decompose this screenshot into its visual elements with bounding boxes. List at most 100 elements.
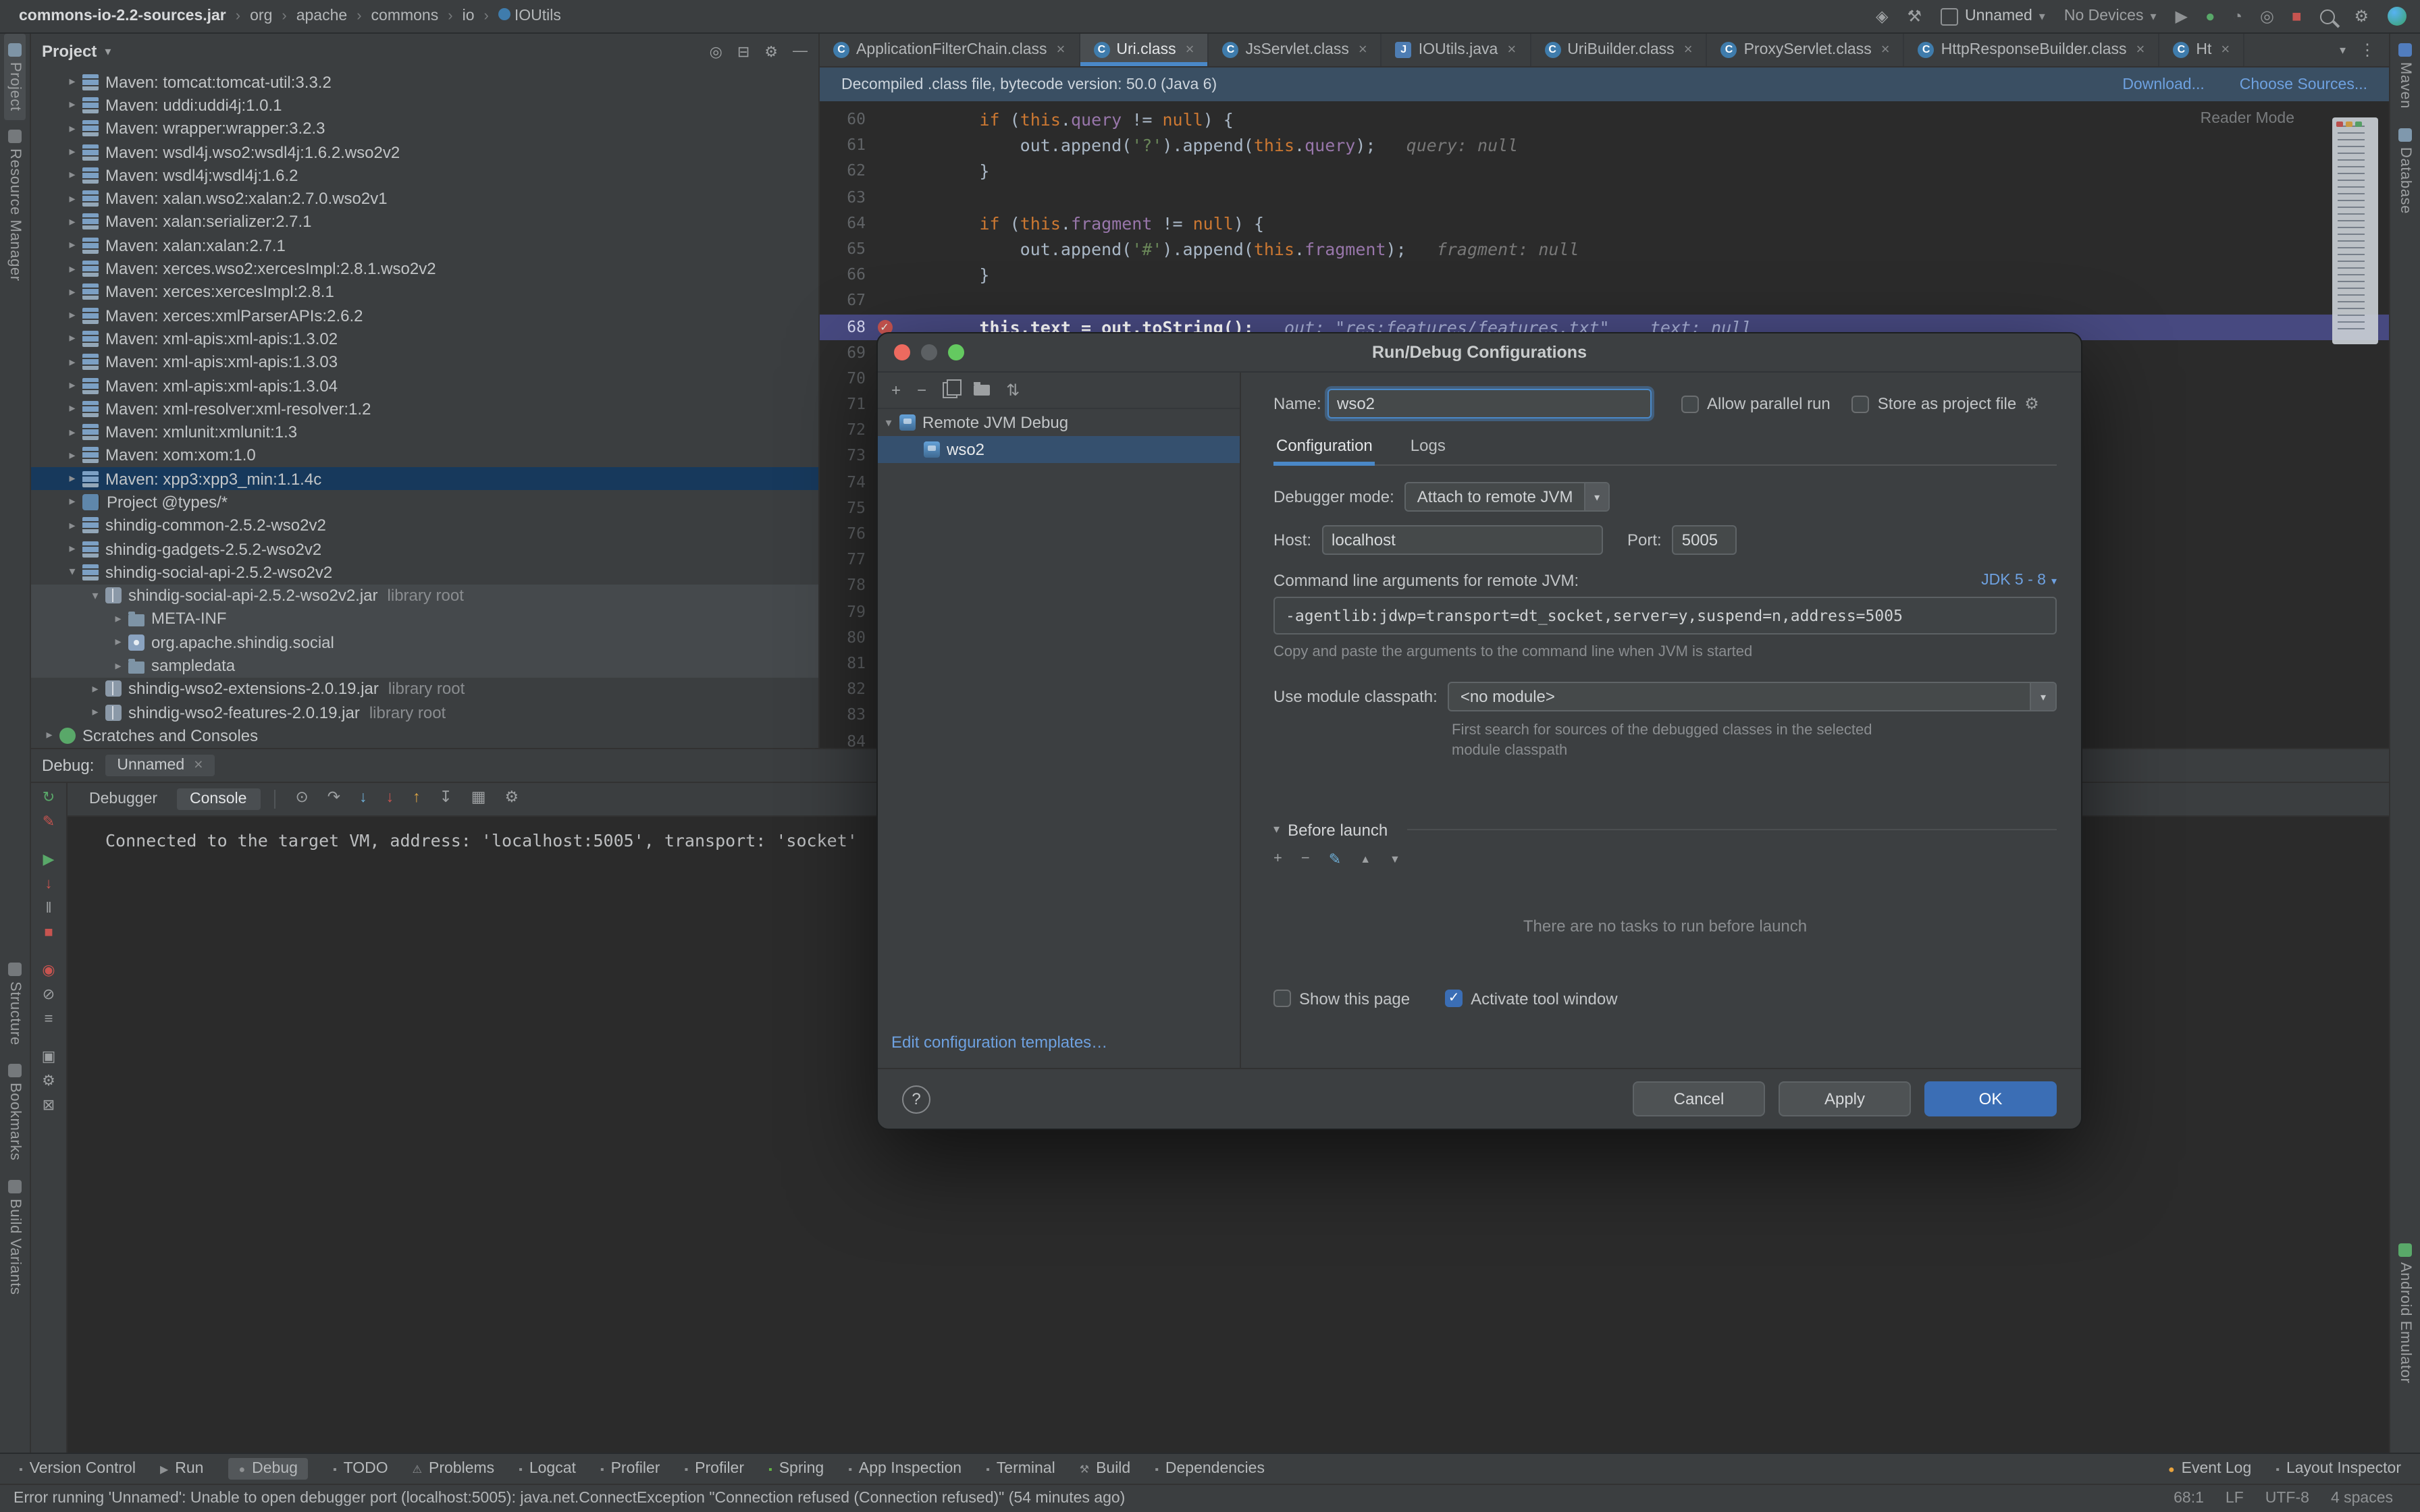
store-options-gear-icon[interactable]: ⚙ <box>2024 394 2039 413</box>
editor-tab-proxyservlet-class[interactable]: CProxyServlet.class× <box>1708 34 1905 66</box>
show-execution-point-icon[interactable]: ⊙ <box>295 792 308 807</box>
tool-button-terminal[interactable]: ▪Terminal <box>986 1461 1055 1477</box>
close-window-button[interactable] <box>894 344 910 360</box>
tree-chevron-icon[interactable]: ▸ <box>62 495 82 510</box>
tree-row[interactable]: ▸Maven: xml-apis:xml-apis:1.3.02 <box>31 327 818 351</box>
line-number[interactable]: 64 <box>820 211 871 236</box>
line-number[interactable]: 74 <box>820 469 871 495</box>
tab-close-icon[interactable]: × <box>2221 42 2230 58</box>
tree-chevron-icon[interactable]: ▸ <box>62 378 82 393</box>
breadcrumb-item[interactable]: io <box>463 8 475 24</box>
minimize-window-button[interactable] <box>921 344 937 360</box>
tree-row[interactable]: ▸Maven: uddi:uddi4j:1.0.1 <box>31 94 818 117</box>
tree-chevron-icon[interactable]: ▸ <box>62 74 82 89</box>
line-number[interactable]: 76 <box>820 521 871 547</box>
editor-tab-jsservlet-class[interactable]: CJsServlet.class× <box>1209 34 1382 66</box>
tree-row[interactable]: ▸Maven: xml-resolver:xml-resolver:1.2 <box>31 397 818 421</box>
line-number[interactable]: 68 <box>820 314 871 340</box>
allow-parallel-checkbox[interactable]: Allow parallel run <box>1681 394 1831 413</box>
line-number[interactable]: 61 <box>820 132 871 158</box>
file-encoding[interactable]: UTF-8 <box>2265 1490 2309 1507</box>
toolwindow-button-build-variants[interactable]: Build Variants <box>4 1170 26 1304</box>
store-project-file-checkbox[interactable]: Store as project file <box>1852 394 2016 413</box>
tree-chevron-icon[interactable]: ▸ <box>62 308 82 323</box>
tree-row[interactable]: ▸Scratches and Consoles <box>31 724 818 748</box>
add-configuration-icon[interactable]: + <box>891 381 901 400</box>
tree-chevron-icon[interactable]: ▸ <box>85 682 105 697</box>
settings-icon[interactable]: ⚙ <box>2354 8 2369 24</box>
chevron-down-icon[interactable]: ▾ <box>878 415 899 430</box>
editor-tab-applicationfilterchain-class[interactable]: CApplicationFilterChain.class× <box>820 34 1080 66</box>
editor-tab-uri-class[interactable]: CUri.class× <box>1080 34 1209 66</box>
line-separator[interactable]: LF <box>2226 1490 2244 1507</box>
tree-chevron-icon[interactable]: ▾ <box>62 565 82 580</box>
tab-close-icon[interactable]: × <box>1507 42 1516 58</box>
tab-close-icon[interactable]: × <box>2136 42 2145 58</box>
jdk-version-select[interactable]: JDK 5 - 8 ▾ <box>1981 572 2057 589</box>
tree-row[interactable]: ▸Maven: xalan.wso2:xalan:2.7.0.wso2v1 <box>31 187 818 211</box>
line-number[interactable]: 79 <box>820 599 871 624</box>
show-this-page-checkbox[interactable]: Show this page <box>1273 989 1410 1008</box>
tree-row[interactable]: ▸Maven: wrapper:wrapper:3.2.3 <box>31 117 818 140</box>
run-to-cursor-icon[interactable]: ↧ <box>440 792 452 807</box>
tool-button-app-inspection[interactable]: ▪App Inspection <box>848 1461 962 1477</box>
step-into-icon[interactable]: ↓ <box>359 792 367 807</box>
move-down-icon[interactable]: ▼ <box>1390 853 1400 865</box>
toolwindow-button-structure[interactable]: Structure <box>4 952 26 1054</box>
hidden-tabs-icon[interactable]: ▾ <box>2340 43 2346 57</box>
tool-button-problems[interactable]: ⚠Problems <box>413 1461 495 1477</box>
rerun-icon[interactable]: ↻ <box>43 791 55 806</box>
tree-chevron-icon[interactable]: ▸ <box>62 471 82 486</box>
debug-tab-debugger[interactable]: Debugger <box>76 788 171 810</box>
breadcrumb-item[interactable]: commons <box>371 8 439 24</box>
evaluate-expression-icon[interactable]: ▦ <box>471 792 486 807</box>
tool-button-layout-inspector[interactable]: ▪Layout Inspector <box>2276 1461 2401 1477</box>
line-number[interactable]: 71 <box>820 392 871 417</box>
move-up-icon[interactable]: ▲ <box>1360 853 1371 865</box>
tree-row[interactable]: ▸Maven: wsdl4j.wso2:wsdl4j:1.6.2.wso2v2 <box>31 140 818 164</box>
tree-row[interactable]: ▾shindig-social-api-2.5.2-wso2v2 <box>31 560 818 584</box>
tree-chevron-icon[interactable]: ▸ <box>108 635 128 650</box>
tree-chevron-icon[interactable]: ▸ <box>62 285 82 300</box>
tree-chevron-icon[interactable]: ▸ <box>85 705 105 720</box>
line-number[interactable]: 63 <box>820 184 871 210</box>
tree-row[interactable]: ▸Maven: xalan:xalan:2.7.1 <box>31 234 818 257</box>
mute-breakpoints-icon[interactable]: ⊘ <box>43 988 55 1003</box>
tree-chevron-icon[interactable]: ▸ <box>39 728 59 743</box>
line-number[interactable]: 83 <box>820 703 871 728</box>
tool-button-debug[interactable]: ●Debug <box>228 1458 308 1480</box>
project-panel-title[interactable]: Project <box>42 42 97 61</box>
editor-tab-uribuilder-class[interactable]: CUriBuilder.class× <box>1531 34 1707 66</box>
tool-button-todo[interactable]: ▪TODO <box>333 1461 388 1477</box>
edit-templates-link[interactable]: Edit configuration templates… <box>891 1033 1107 1052</box>
tab-configuration[interactable]: Configuration <box>1273 436 1375 464</box>
gutter-icon-area[interactable] <box>871 211 898 236</box>
copy-configuration-icon[interactable] <box>943 382 957 398</box>
tree-chevron-icon[interactable]: ▸ <box>62 354 82 369</box>
caret-position[interactable]: 68:1 <box>2174 1490 2204 1507</box>
tree-group-remote-jvm-debug[interactable]: ▾ Remote JVM Debug <box>878 409 1240 436</box>
tree-chevron-icon[interactable]: ▸ <box>62 144 82 159</box>
collapse-all-icon[interactable]: ⊟ <box>737 43 749 60</box>
activate-tool-window-checkbox[interactable]: ✓ Activate tool window <box>1445 989 1617 1008</box>
tree-chevron-icon[interactable]: ▾ <box>85 588 105 603</box>
tree-row[interactable]: ▸Maven: xml-apis:xml-apis:1.3.04 <box>31 374 818 398</box>
toolwindow-button-database[interactable]: Database <box>2394 118 2416 223</box>
layout-settings-icon[interactable]: ≡ <box>45 1013 53 1027</box>
close-icon[interactable]: × <box>194 757 203 774</box>
tree-row[interactable]: ▸shindig-gadgets-2.5.2-wso2v2 <box>31 537 818 561</box>
stop-icon[interactable]: ■ <box>2292 8 2302 24</box>
build-icon[interactable]: ⚒ <box>1908 8 1922 24</box>
breadcrumb-item[interactable]: apache <box>296 8 347 24</box>
tool-button-run[interactable]: ▶Run <box>160 1461 204 1477</box>
force-step-into-icon[interactable]: ↓ <box>386 792 394 807</box>
settings-icon[interactable]: ⚙ <box>42 1075 55 1089</box>
stop-icon[interactable]: ■ <box>44 926 53 941</box>
attach-debugger-icon[interactable]: ◎ <box>2260 8 2274 24</box>
gutter-icon-area[interactable] <box>871 159 898 184</box>
edit-task-icon[interactable]: ✎ <box>1329 850 1341 867</box>
tree-chevron-icon[interactable]: ▸ <box>108 612 128 626</box>
choose-sources-link[interactable]: Choose Sources... <box>2240 76 2367 92</box>
editor-tab-ioutils-java[interactable]: JIOUtils.java× <box>1382 34 1531 66</box>
gutter-icon-area[interactable] <box>871 184 898 210</box>
